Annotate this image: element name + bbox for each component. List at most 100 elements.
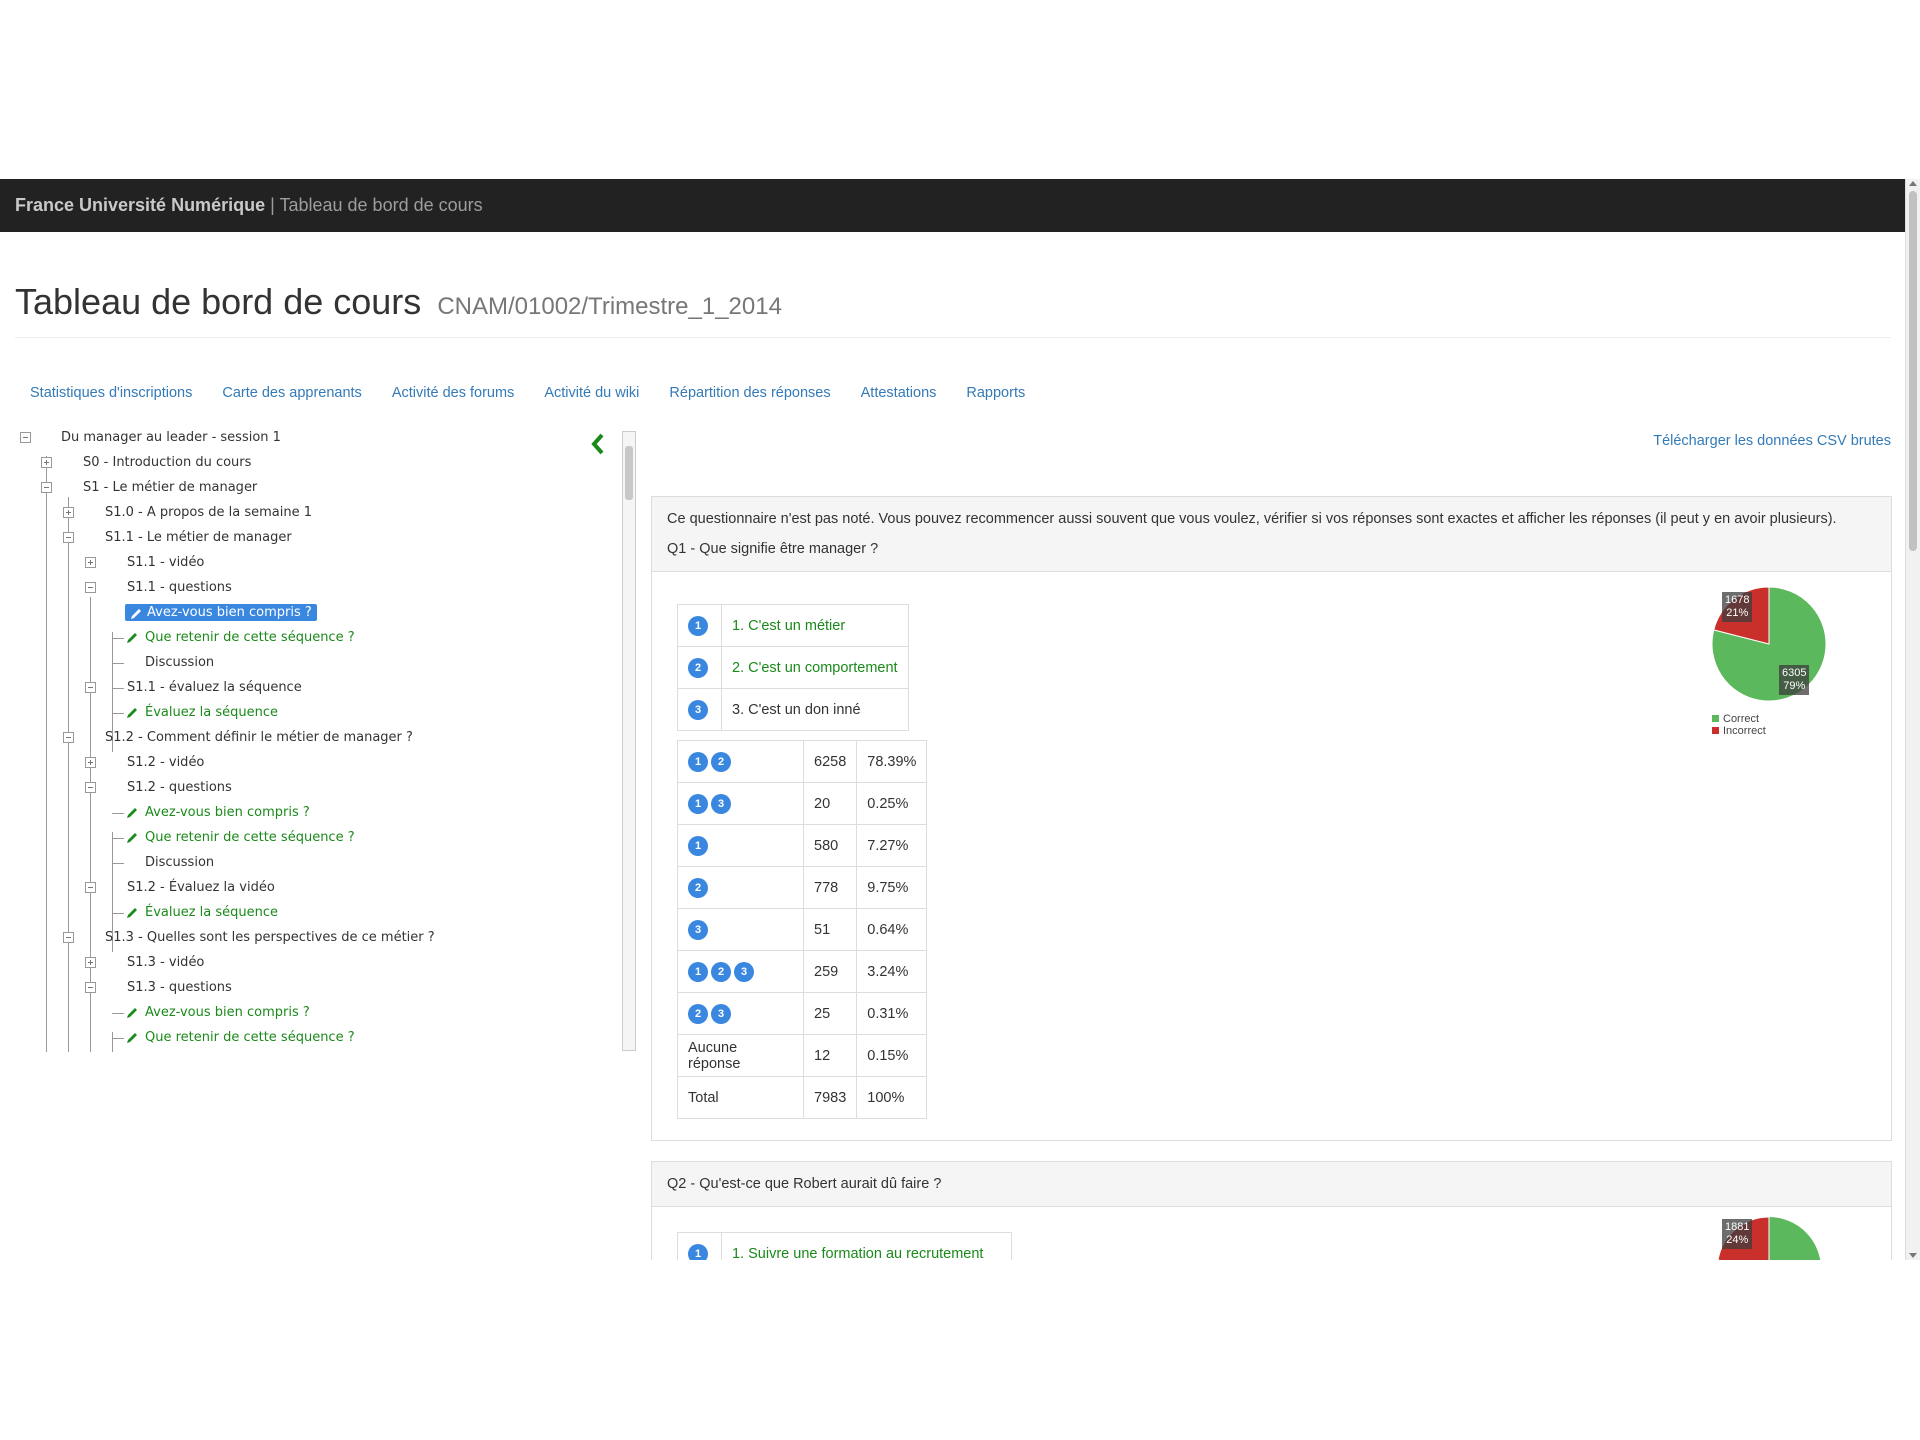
tab-reports[interactable]: Rapports xyxy=(951,375,1040,415)
top-navbar: France Université Numérique | Tableau de… xyxy=(0,179,1905,232)
choice-number-badge: 2 xyxy=(711,961,731,982)
tree-connector xyxy=(68,497,69,1052)
tree-item-s11-discussion[interactable]: Discussion xyxy=(125,652,214,674)
course-tree: Du manager au leader - session 1 S0 - In… xyxy=(15,427,625,1052)
tree-item-label: S1.1 - vidéo xyxy=(127,555,205,570)
answer-count: 12 xyxy=(802,1034,858,1077)
tree-item-label: Avez-vous bien compris ? xyxy=(145,1005,310,1020)
brand-subtitle: Tableau de bord de cours xyxy=(279,195,483,215)
tree-item-s13-questions[interactable]: S1.3 - questions xyxy=(81,977,232,999)
expand-toggle-icon[interactable] xyxy=(85,957,96,968)
tree-item-s13[interactable]: S1.3 - Quelles sont les perspectives de … xyxy=(59,927,435,949)
tree-item-s12[interactable]: S1.2 - Comment définir le métier de mana… xyxy=(59,727,413,749)
tree-connector xyxy=(46,456,47,1052)
page-title: Tableau de bord de cours CNAM/01002/Trim… xyxy=(15,281,782,323)
scroll-down-icon[interactable] xyxy=(1909,1253,1917,1258)
collapse-toggle-icon[interactable] xyxy=(85,882,96,893)
tab-wiki-activity[interactable]: Activité du wiki xyxy=(529,375,654,415)
tree-item-s11-video[interactable]: S1.1 - vidéo xyxy=(81,552,204,574)
tree-item-s12-eval[interactable]: S1.2 - Évaluez la vidéo xyxy=(81,877,275,899)
choice-number-badge: 3 xyxy=(711,1003,731,1024)
tree-item-label: S1.2 - Comment définir le métier de mana… xyxy=(105,730,413,745)
q2-heading: Q2 - Qu'est-ce que Robert aurait dû fair… xyxy=(652,1162,1891,1207)
legend-label: Correct xyxy=(1723,713,1760,725)
tree-item-s12-eval-item[interactable]: Évaluez la séquence xyxy=(125,902,278,924)
tree-item-s1[interactable]: S1 - Le métier de manager xyxy=(37,477,257,499)
pie-label-incorrect: 1881 24% xyxy=(1722,1219,1753,1249)
tree-item-s11-eval[interactable]: S1.1 - évaluez la séquence xyxy=(81,677,302,699)
collapse-panel-chevron-icon[interactable] xyxy=(590,433,606,455)
tab-certificates[interactable]: Attestations xyxy=(846,375,952,415)
answer-count: 259 xyxy=(802,950,858,993)
tree-item-s12-video[interactable]: S1.2 - vidéo xyxy=(81,752,204,774)
page-scrollbar[interactable] xyxy=(1905,179,1920,1260)
tree-connector xyxy=(112,663,124,664)
tree-item-s11-eval-item[interactable]: Évaluez la séquence xyxy=(125,702,278,724)
q1-pie-chart: 1678 21% 6305 79% Correct Incorrect xyxy=(1699,586,1839,747)
tree-item-label: S1.3 - vidéo xyxy=(127,955,205,970)
tree-connector xyxy=(112,713,124,714)
tree-item-s13-video[interactable]: S1.3 - vidéo xyxy=(81,952,204,974)
quiz-intro-text: Ce questionnaire n'est pas noté. Vous po… xyxy=(667,511,1837,527)
tree-item-label: Discussion xyxy=(145,655,215,670)
tree-scrollbar[interactable] xyxy=(622,431,636,1051)
answer-percent: 7.27% xyxy=(856,824,928,867)
scroll-up-icon[interactable] xyxy=(1909,181,1917,186)
answer-count: 20 xyxy=(802,782,858,825)
collapse-toggle-icon[interactable] xyxy=(63,732,74,743)
selected-problem[interactable]: Avez-vous bien compris ? xyxy=(125,604,317,621)
download-csv-link[interactable]: Télécharger les données CSV brutes xyxy=(1653,433,1891,449)
tree-item-label: Évaluez la séquence xyxy=(145,905,279,920)
table-row: 13 20 0.25% xyxy=(677,782,928,825)
tree-scroll-thumb[interactable] xyxy=(625,446,633,500)
choice-number-badge: 3 xyxy=(688,699,708,720)
tree-root[interactable]: Du manager au leader - session 1 xyxy=(15,427,281,449)
pencil-icon xyxy=(127,708,137,718)
collapse-toggle-icon[interactable] xyxy=(41,482,52,493)
tree-item-s11-q2[interactable]: Que retenir de cette séquence ? xyxy=(125,627,355,649)
collapse-toggle-icon[interactable] xyxy=(85,782,96,793)
tree-item-s13-q1[interactable]: Avez-vous bien compris ? xyxy=(125,1002,310,1024)
tree-item-s12-discussion[interactable]: Discussion xyxy=(125,852,214,874)
expand-toggle-icon[interactable] xyxy=(85,757,96,768)
tree-item-label: S0 - Introduction du cours xyxy=(83,455,252,470)
tree-item-s10[interactable]: S1.0 - A propos de la semaine 1 xyxy=(59,502,312,524)
collapse-toggle-icon[interactable] xyxy=(85,682,96,693)
tree-item-s12-q1[interactable]: Avez-vous bien compris ? xyxy=(125,802,310,824)
tab-answer-distribution[interactable]: Répartition des réponses xyxy=(654,375,845,415)
tree-item-s11-q1-selected[interactable]: Avez-vous bien compris ? xyxy=(125,602,317,624)
choice-number-badge: 2 xyxy=(711,751,731,772)
tree-item-s11[interactable]: S1.1 - Le métier de manager xyxy=(59,527,292,549)
collapse-toggle-icon[interactable] xyxy=(85,982,96,993)
scroll-thumb[interactable] xyxy=(1909,191,1917,551)
collapse-toggle-icon[interactable] xyxy=(63,932,74,943)
table-row: 3 51 0.64% xyxy=(677,908,928,951)
expand-toggle-icon[interactable] xyxy=(41,457,52,468)
tree-item-s0[interactable]: S0 - Introduction du cours xyxy=(37,452,251,474)
tree-item-s12-questions[interactable]: S1.2 - questions xyxy=(81,777,232,799)
collapse-toggle-icon[interactable] xyxy=(85,582,96,593)
tree-item-s11-questions[interactable]: S1.1 - questions xyxy=(81,577,232,599)
tree-item-s12-q2[interactable]: Que retenir de cette séquence ? xyxy=(125,827,355,849)
expand-toggle-icon[interactable] xyxy=(85,557,96,568)
tab-learner-map[interactable]: Carte des apprenants xyxy=(207,375,376,415)
choice-row: 1 1. Suivre une formation au recrutement xyxy=(677,1232,1012,1260)
navbar-brand[interactable]: France Université Numérique | Tableau de… xyxy=(15,195,483,216)
tree-item-label: S1.1 - questions xyxy=(127,580,232,595)
collapse-toggle-icon[interactable] xyxy=(20,432,31,443)
tab-forum-activity[interactable]: Activité des forums xyxy=(377,375,530,415)
tab-enrollment-stats[interactable]: Statistiques d'inscriptions xyxy=(15,375,207,415)
tree-item-label: Avez-vous bien compris ? xyxy=(145,805,310,820)
tree-item-s13-q2[interactable]: Que retenir de cette séquence ? xyxy=(125,1027,355,1049)
tree-item-label: S1.0 - A propos de la semaine 1 xyxy=(105,505,313,520)
collapse-toggle-icon[interactable] xyxy=(63,532,74,543)
tree-connector xyxy=(112,638,124,639)
answer-percent: 0.15% xyxy=(856,1034,928,1077)
pie-label-percent: 21% xyxy=(1726,607,1749,619)
course-id: CNAM/01002/Trimestre_1_2014 xyxy=(437,293,782,320)
choice-number-badge: 3 xyxy=(734,961,754,982)
legend-label: Incorrect xyxy=(1723,725,1766,737)
tree-item-label: Discussion xyxy=(145,855,215,870)
expand-toggle-icon[interactable] xyxy=(63,507,74,518)
tree-item-label: Que retenir de cette séquence ? xyxy=(145,630,355,645)
